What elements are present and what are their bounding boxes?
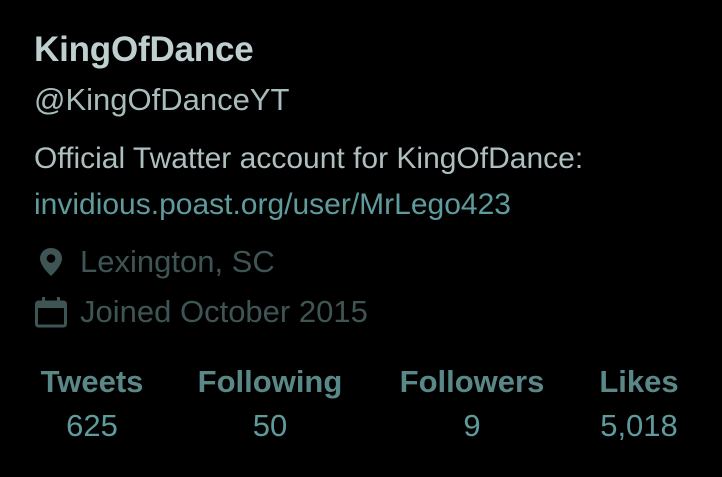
stat-value: 9 — [463, 408, 481, 443]
profile-bio: Official Twatter account for KingOfDance… — [34, 136, 583, 228]
stat-likes[interactable]: Likes 5,018 — [594, 364, 684, 444]
stat-followers[interactable]: Followers 9 — [391, 364, 553, 444]
stat-label: Following — [197, 364, 343, 399]
stat-tweets[interactable]: Tweets 625 — [34, 364, 150, 444]
calendar-icon — [34, 295, 68, 329]
stat-label: Likes — [599, 364, 679, 399]
profile-joined: Joined October 2015 — [34, 294, 368, 330]
joined-text: Joined October 2015 — [80, 294, 368, 329]
stat-label: Followers — [399, 364, 545, 399]
stat-following[interactable]: Following 50 — [189, 364, 351, 444]
bio-link[interactable]: invidious.poast.org/user/MrLego423 — [34, 188, 511, 221]
display-name[interactable]: KingOfDance — [34, 30, 254, 70]
map-pin-icon — [34, 245, 68, 279]
profile-card: KingOfDance @KingOfDanceYT Official Twat… — [0, 0, 722, 477]
stat-value: 625 — [66, 408, 118, 443]
bio-text: Official Twatter account for KingOfDance… — [34, 142, 584, 175]
stat-value: 50 — [252, 408, 288, 443]
location-text: Lexington, SC — [80, 244, 275, 279]
profile-location: Lexington, SC — [34, 244, 275, 280]
stat-value: 5,018 — [600, 408, 678, 443]
stat-label: Tweets — [40, 364, 144, 399]
profile-handle[interactable]: @KingOfDanceYT — [34, 82, 289, 118]
